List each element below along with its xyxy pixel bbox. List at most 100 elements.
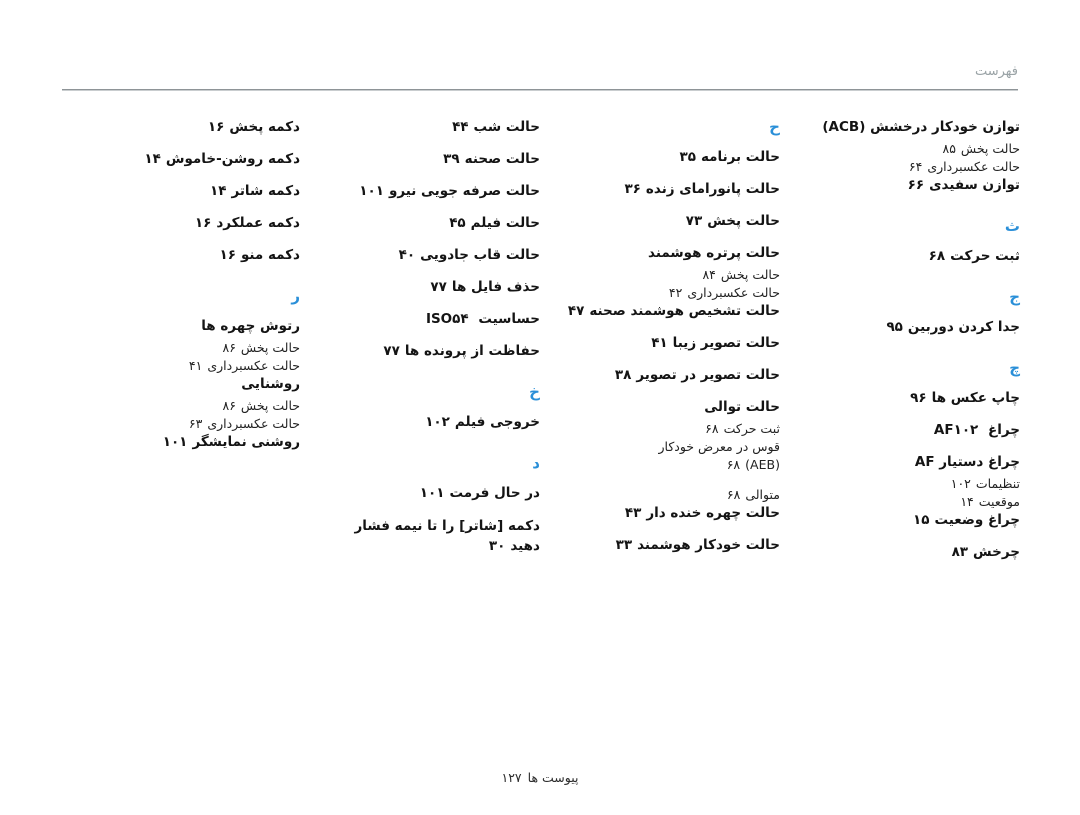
index-entry-page: ۹۵ [886,319,903,335]
index-entry[interactable]: حالت قاب جادویی۴۰ [310,246,540,265]
index-subentry-page: ۸۶ [222,398,236,413]
index-entry[interactable]: چراغ وضعیت۱۵ [792,511,1020,530]
index-subentry-label: حالت عکسبرداری [207,358,300,373]
index-entry[interactable]: حالت شب۴۴ [310,118,540,137]
footer-label: پیوست ها [527,770,579,785]
index-entry-label: توازن خودکار درخشش (ACB) [822,119,1020,135]
section-letter-heading: ج [1009,288,1020,306]
index-entry[interactable]: حالت پرتره هوشمند [550,244,780,263]
index-subentry[interactable]: حالت عکسبرداری ۴۱ [70,357,300,374]
index-entry[interactable]: چرخش۸۳ [792,543,1020,562]
index-entry[interactable]: حالت خودکار هوشمند۳۳ [550,536,780,555]
index-entry[interactable]: توازن سفیدی۶۶ [792,176,1020,195]
index-column-4: دکمه پخش۱۶ دکمه روشن-خاموش۱۴ دکمه شاتر۱۴ دک… [60,118,300,718]
index-entry[interactable]: جدا کردن دوربین۹۵ [792,318,1020,337]
index-entry-page: ۵۴ [452,311,469,327]
index-subentry-label: حالت پخش [720,267,780,282]
index-entry-page: ۳۸ [614,367,632,383]
index-entry-label: چراغ وضعیت [934,512,1020,528]
index-entry[interactable]: حساسیت ISO۵۴ [310,310,540,329]
index-entry-page: ۱۰۲ [953,422,979,438]
index-entry-label: حساسیت ISO [425,311,540,327]
index-entry[interactable]: حالت برنامه۳۵ [550,148,780,167]
index-subentry-label: حالت پخش [240,398,300,413]
index-entry-label: دکمه شاتر [231,183,300,199]
page-footer: پیوست ها ۱۲۷ [0,769,1080,787]
index-entry-page: ۳۳ [615,537,633,553]
index-entry[interactable]: دکمه پخش۱۶ [70,118,300,137]
index-entry[interactable]: حالت صرفه جویی نیرو۱۰۱ [310,182,540,201]
index-entry[interactable]: چاپ عکس ها۹۶ [792,389,1020,408]
index-entry[interactable]: دکمه روشن-خاموش۱۴ [70,150,300,169]
index-subentry-page: ۶۸ [726,487,741,502]
index-entry-label: چاپ عکس ها [931,390,1020,406]
index-subentry-label: متوالی [745,487,780,502]
index-entry-label: دکمه [شاتر] را تا نیمه فشار [354,518,540,534]
index-entry-label: دکمه عملکرد [216,215,300,231]
index-subentry[interactable]: تنظیمات ۱۰۲ [792,475,1020,492]
index-entry[interactable]: رتوش چهره ها [70,317,300,336]
index-entry[interactable]: در حال فرمت۱۰۱ [310,484,540,503]
index-subentry-label: قوس در معرض خودکار [658,439,780,454]
index-subentry[interactable]: متوالی ۶۸ [550,486,780,503]
index-entry[interactable]: دکمه شاتر۱۴ [70,182,300,201]
index-subentry-label: ثبت حرکت [723,421,780,436]
index-subentry[interactable]: حالت پخش ۸۶ [70,397,300,414]
index-subentry[interactable]: حالت پخش ۸۴ [550,266,780,283]
index-entry[interactable]: دکمه [شاتر] را تا نیمه فشار دهید۳۰ [310,516,540,556]
index-entry-page: ۳۵ [679,149,696,165]
index-subentry[interactable]: حالت عکسبرداری ۴۲ [550,284,780,301]
section-letter-heading: چ [1009,359,1020,377]
index-entry[interactable]: حالت تصویر در تصویر۳۸ [550,366,780,385]
index-subentry[interactable]: ثبت حرکت ۶۸ [550,420,780,437]
index-entry[interactable]: ثبت حرکت۶۸ [792,247,1020,266]
index-entry-page: ۷۷ [430,279,447,295]
index-entry[interactable]: خروجی فیلم۱۰۲ [310,413,540,432]
index-subentry-label: حالت پخش [240,340,300,355]
index-entry-page: ۱۰۱ [359,183,384,199]
index-entry-label: حالت تصویر زیبا [672,335,780,351]
index-entry-label: حالت شب [473,119,540,135]
index-entry[interactable]: حالت تشخیص هوشمند صحنه۴۷ [550,302,780,321]
index-entry[interactable]: روشنایی [70,375,300,394]
index-entry[interactable]: روشنی نمایشگر۱۰۱ [70,433,300,452]
index-subentry-page: ۶۳ [188,416,203,431]
index-entry-page: ۸۳ [951,544,969,560]
index-entry[interactable]: حالت چهره خنده دار۴۳ [550,504,780,523]
index-entry[interactable]: حالت تصویر زیبا۴۱ [550,334,780,353]
index-entry[interactable]: چراغ دستیار AF [792,453,1020,472]
index-subentry[interactable]: حالت عکسبرداری ۶۳ [70,415,300,432]
index-subentry[interactable]: حالت پخش ۸۶ [70,339,300,356]
index-entry[interactable]: حالت توالی [550,398,780,417]
index-entry-label: حالت پخش [707,213,780,229]
index-entry-page: ۶۸ [928,248,946,264]
index-entry[interactable]: دکمه منو۱۶ [70,246,300,265]
index-entry[interactable]: حالت صحنه۳۹ [310,150,540,169]
index-entry-label: دکمه پخش [229,119,300,135]
index-subentry[interactable]: حالت پخش ۸۵ [792,140,1020,157]
index-subentry-label: حالت عکسبرداری [207,416,300,431]
index-entry[interactable]: حفاظت از پرونده ها۷۷ [310,342,540,361]
index-entry-label: حذف فایل ها [451,279,540,295]
index-entry-page: ۱۰۱ [419,485,445,501]
index-entry-page: ۷۷ [383,343,400,359]
index-entry[interactable]: چراغ AF۱۰۲ [792,421,1020,440]
index-subentry[interactable]: حالت عکسبرداری ۶۴ [792,158,1020,175]
index-subentry[interactable]: موقعیت ۱۴ [792,493,1020,510]
index-entry-label: حالت پانورامای زنده [645,181,780,197]
index-entry-label: حالت پرتره هوشمند [648,245,780,261]
index-entry[interactable]: حالت پخش۷۳ [550,212,780,231]
page-title: فهرست [974,64,1018,79]
index-entry-label: ثبت حرکت [950,248,1020,264]
index-entry-label: حالت توالی [704,399,780,415]
index-entry[interactable]: حالت فیلم۴۵ [310,214,540,233]
index-subentry-group[interactable]: قوس در معرض خودکار (AEB) ۶۸ [550,438,780,473]
index-entry[interactable]: حالت پانورامای زنده۳۶ [550,180,780,199]
footer-page-number: ۱۲۷ [501,770,522,785]
index-subentry-page: ۶۸ [726,457,741,472]
index-entry-page: ۴۳ [624,505,642,521]
index-entry[interactable]: دکمه عملکرد۱۶ [70,214,300,233]
index-subentry-line2: (AEB) ۶۸ [550,456,780,473]
index-entry[interactable]: حذف فایل ها۷۷ [310,278,540,297]
index-entry[interactable]: توازن خودکار درخشش (ACB) [792,118,1020,137]
